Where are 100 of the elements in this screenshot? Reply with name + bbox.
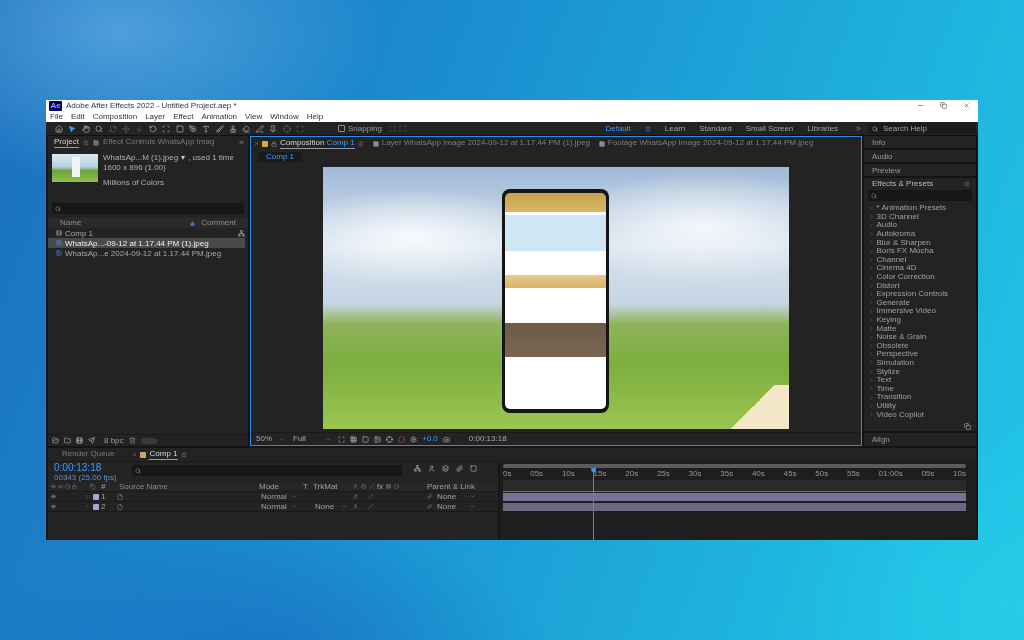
workspace-tab[interactable]: Default: [605, 124, 631, 133]
type-icon[interactable]: [202, 124, 211, 133]
menu-item[interactable]: Layer: [145, 112, 166, 121]
brush-icon[interactable]: [215, 124, 224, 133]
effect-category[interactable]: Immersive Video: [869, 307, 976, 316]
search-field[interactable]: [132, 465, 402, 476]
grid-icon[interactable]: [350, 435, 357, 443]
link-icon[interactable]: [427, 494, 432, 499]
project-item[interactable]: WhatsAp...-09-12 at 1.17.44 PM (1).jpeg: [48, 238, 245, 248]
effect-category[interactable]: Obsolete: [869, 341, 976, 351]
effect-category[interactable]: Perspective: [869, 350, 976, 359]
menu-item[interactable]: Window: [270, 112, 299, 121]
effect-category[interactable]: Channel: [869, 255, 976, 265]
track-matte-dropdown[interactable]: None: [313, 502, 349, 511]
search-help-field[interactable]: Search Help: [868, 123, 976, 134]
panel-tab[interactable]: Composition Comp 1: [280, 138, 355, 149]
menu-item[interactable]: File: [50, 112, 63, 121]
caret-icon[interactable]: [181, 156, 186, 161]
work-area-bar[interactable]: [503, 480, 966, 492]
breadcrumb-button[interactable]: Comp 1: [258, 151, 302, 162]
pointer-icon[interactable]: [68, 124, 77, 133]
effect-category[interactable]: 3D Channel: [869, 212, 976, 222]
layer-bar[interactable]: [503, 502, 966, 511]
panel-tab[interactable]: Audio: [864, 150, 976, 162]
effect-category[interactable]: Text: [869, 375, 976, 385]
pen-line-icon[interactable]: [255, 124, 264, 133]
crosshair-icon[interactable]: [386, 435, 393, 443]
effect-category[interactable]: Blur & Sharpen: [869, 238, 976, 247]
panel-tab[interactable]: Footage WhatsApp Image 2024-09-12 at 1.17.44 PM.jpeg: [607, 138, 814, 149]
bit-depth-button[interactable]: 8 bpc: [104, 436, 124, 445]
effect-category[interactable]: Generate: [869, 298, 976, 308]
project-item[interactable]: Comp 1: [48, 228, 238, 238]
minimize-icon[interactable]: [917, 102, 924, 109]
effect-category[interactable]: Autokroma: [869, 229, 976, 239]
timecode[interactable]: 0:00:13:18: [468, 435, 507, 443]
layer-bar[interactable]: [503, 492, 966, 501]
chevrons-right-icon[interactable]: [238, 139, 245, 146]
resolution-dropdown[interactable]: Full: [291, 435, 333, 443]
folder-open-icon[interactable]: [52, 437, 59, 444]
mode-dropdown[interactable]: Normal: [259, 492, 299, 501]
layers-icon[interactable]: [442, 465, 449, 472]
effect-category[interactable]: Time: [869, 384, 976, 394]
close-icon[interactable]: [963, 102, 970, 109]
rectangle-icon[interactable]: [175, 124, 184, 133]
person-icon[interactable]: [428, 465, 435, 472]
eye-icon[interactable]: [51, 494, 56, 499]
snapping-label[interactable]: Snapping: [348, 124, 382, 133]
person-icon[interactable]: [353, 494, 358, 499]
person-icon[interactable]: [353, 504, 358, 509]
panel-tab[interactable]: Preview: [864, 164, 976, 176]
panel-tab[interactable]: Info: [864, 136, 976, 148]
pin-icon[interactable]: [269, 124, 278, 133]
effect-category[interactable]: Stylize: [869, 367, 976, 376]
flowchart-icon[interactable]: [414, 465, 421, 472]
flowchart-icon[interactable]: [238, 229, 245, 237]
scan-frame-icon[interactable]: [338, 435, 345, 443]
menu-icon[interactable]: [644, 125, 651, 132]
panel-tab[interactable]: Effect Controls WhatsApp Imag: [102, 137, 215, 148]
menu-item[interactable]: Edit: [70, 112, 85, 121]
search-field[interactable]: [868, 190, 972, 201]
panel-tab[interactable]: Project: [54, 137, 79, 148]
camera-icon[interactable]: [442, 435, 450, 443]
image-icon[interactable]: [374, 435, 381, 443]
menu-icon[interactable]: [964, 181, 970, 187]
panel-tab[interactable]: Comp 1: [149, 449, 178, 460]
mode-dropdown[interactable]: Normal: [259, 502, 299, 511]
menu-item[interactable]: Animation: [201, 112, 238, 121]
label-swatch-icon[interactable]: [93, 503, 99, 510]
effect-category[interactable]: Expression Controls: [869, 289, 976, 299]
trash-icon[interactable]: [128, 437, 136, 444]
rotate-icon[interactable]: [148, 124, 157, 133]
menu-item[interactable]: Help: [306, 112, 324, 121]
sort-arrow-icon[interactable]: [190, 220, 196, 226]
effect-category[interactable]: Video Copilot: [869, 410, 976, 419]
effect-category[interactable]: Audio: [869, 221, 976, 230]
close-icon[interactable]: [254, 141, 259, 146]
effect-category[interactable]: Noise & Grain: [869, 332, 976, 342]
project-item[interactable]: WhatsAp...e 2024-09-12 at 1.17.44 PM.jpeg: [48, 248, 245, 258]
workspace-tab[interactable]: Standard: [699, 124, 732, 133]
effect-category[interactable]: Boris FX Mocha: [869, 246, 976, 256]
paperclip-icon[interactable]: [456, 465, 463, 472]
exposure-value[interactable]: +0.0: [422, 435, 438, 443]
eraser-icon[interactable]: [242, 124, 251, 133]
column-header[interactable]: Comment: [201, 219, 236, 227]
stamp-icon[interactable]: [229, 124, 238, 133]
menu-icon[interactable]: [357, 140, 364, 147]
menu-icon[interactable]: [180, 451, 187, 458]
home-icon[interactable]: [55, 124, 63, 133]
menu-icon[interactable]: [82, 139, 89, 146]
panel-tab[interactable]: Layer WhatsApp Image 2024-09-12 at 1.17.44 PM (1).jpeg: [381, 138, 590, 149]
folder-icon[interactable]: [64, 437, 71, 444]
chevrons-right-icon[interactable]: [855, 125, 862, 132]
menu-item[interactable]: Effect: [173, 112, 194, 121]
effect-category[interactable]: Transition: [869, 393, 976, 402]
effect-category[interactable]: Cinema 4D: [869, 264, 976, 273]
workspace-tab[interactable]: Learn: [664, 124, 686, 133]
workspace-tab[interactable]: Small Screen: [745, 124, 794, 133]
close-icon[interactable]: [132, 452, 138, 457]
zoom-dropdown[interactable]: 50%: [254, 435, 286, 443]
effect-category[interactable]: * Animation Presets: [869, 204, 976, 213]
